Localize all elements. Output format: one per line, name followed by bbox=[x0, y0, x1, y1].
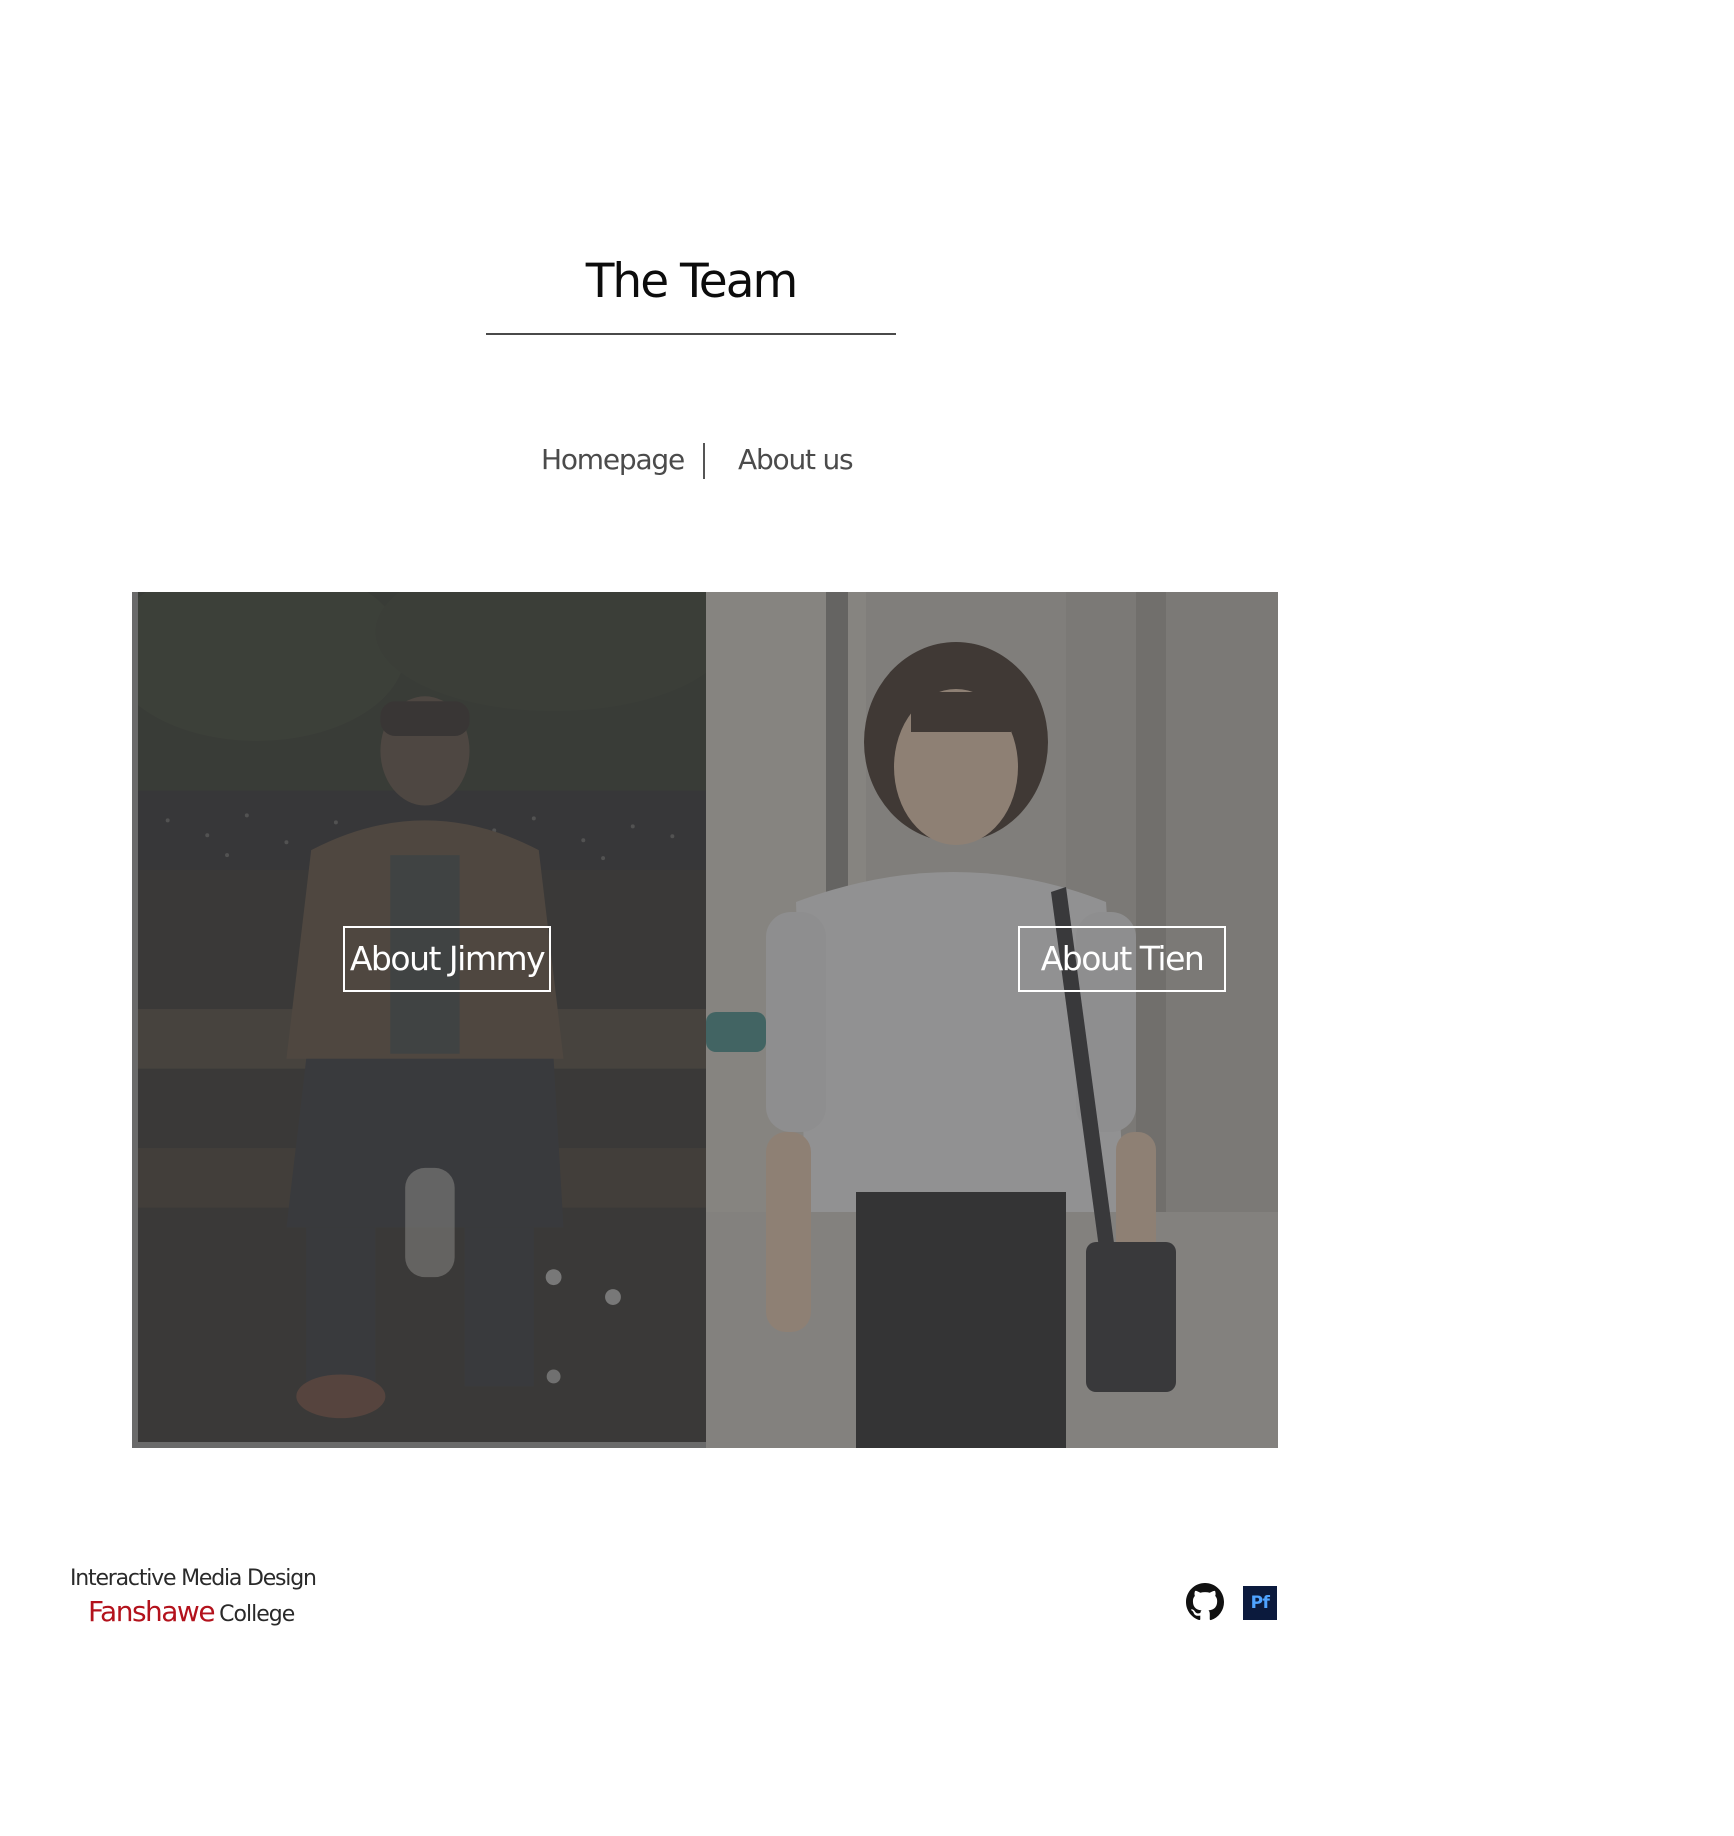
footer-school-name: Fanshawe bbox=[88, 1595, 216, 1628]
team-card-tien[interactable]: About Tien bbox=[706, 592, 1278, 1448]
team-card-jimmy[interactable]: About Jimmy bbox=[132, 592, 706, 1448]
main-nav: Homepage About us bbox=[0, 440, 1380, 488]
footer-school: Fanshawe College bbox=[88, 1595, 295, 1628]
page-title: The Team bbox=[585, 254, 799, 309]
about-jimmy-button[interactable]: About Jimmy bbox=[343, 926, 551, 992]
nav-about-us-link[interactable]: About us bbox=[738, 446, 854, 474]
team-panels: About Jimmy About Tien bbox=[132, 592, 1278, 1448]
jimmy-photo-overlay bbox=[138, 592, 706, 1442]
github-icon[interactable] bbox=[1186, 1583, 1224, 1621]
about-tien-button[interactable]: About Tien bbox=[1018, 926, 1226, 992]
nav-homepage-link[interactable]: Homepage bbox=[541, 446, 685, 474]
portfolio-icon[interactable]: Pf bbox=[1243, 1586, 1277, 1620]
tien-photo-overlay bbox=[706, 592, 1278, 1448]
nav-separator bbox=[703, 443, 705, 479]
footer-school-suffix: College bbox=[219, 1602, 295, 1627]
footer-program: Interactive Media Design bbox=[70, 1566, 317, 1591]
title-underline bbox=[486, 333, 896, 335]
